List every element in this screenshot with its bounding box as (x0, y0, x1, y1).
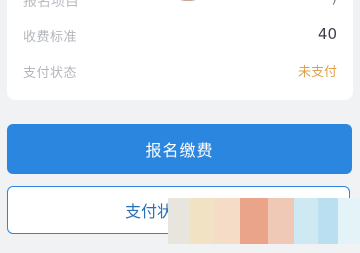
mosaic-block (338, 198, 360, 244)
status-label: 支付状态 (23, 66, 78, 81)
mosaic-overlay (168, 198, 360, 244)
mosaic-block (294, 198, 318, 244)
mosaic-block (214, 198, 240, 244)
project-label: 报名项目 (23, 0, 79, 10)
mosaic-block (240, 198, 268, 244)
registration-info-card: 报名项目 ) 收费标准 40 支付状态 未支付 (7, 0, 353, 100)
mosaic-block (268, 198, 294, 244)
payment-status-label: 支付状 (125, 202, 174, 221)
mosaic-block (318, 198, 338, 244)
fee-value: 40 (317, 25, 337, 43)
mosaic-block (190, 198, 214, 244)
emoji-sticker-icon (175, 0, 201, 1)
fee-label: 收费标准 (23, 30, 78, 45)
status-badge: 未支付 (297, 65, 337, 80)
payment-page: 报名项目 ) 收费标准 40 支付状态 未支付 报名缴费 支付状 (0, 0, 360, 253)
info-row-project: 报名项目 ) (7, 0, 353, 10)
project-value: ) (332, 0, 337, 7)
info-row-fee: 收费标准 40 (7, 24, 353, 46)
register-pay-button[interactable]: 报名缴费 (7, 124, 352, 174)
info-row-status: 支付状态 未支付 (7, 60, 353, 82)
mosaic-block (168, 198, 190, 244)
